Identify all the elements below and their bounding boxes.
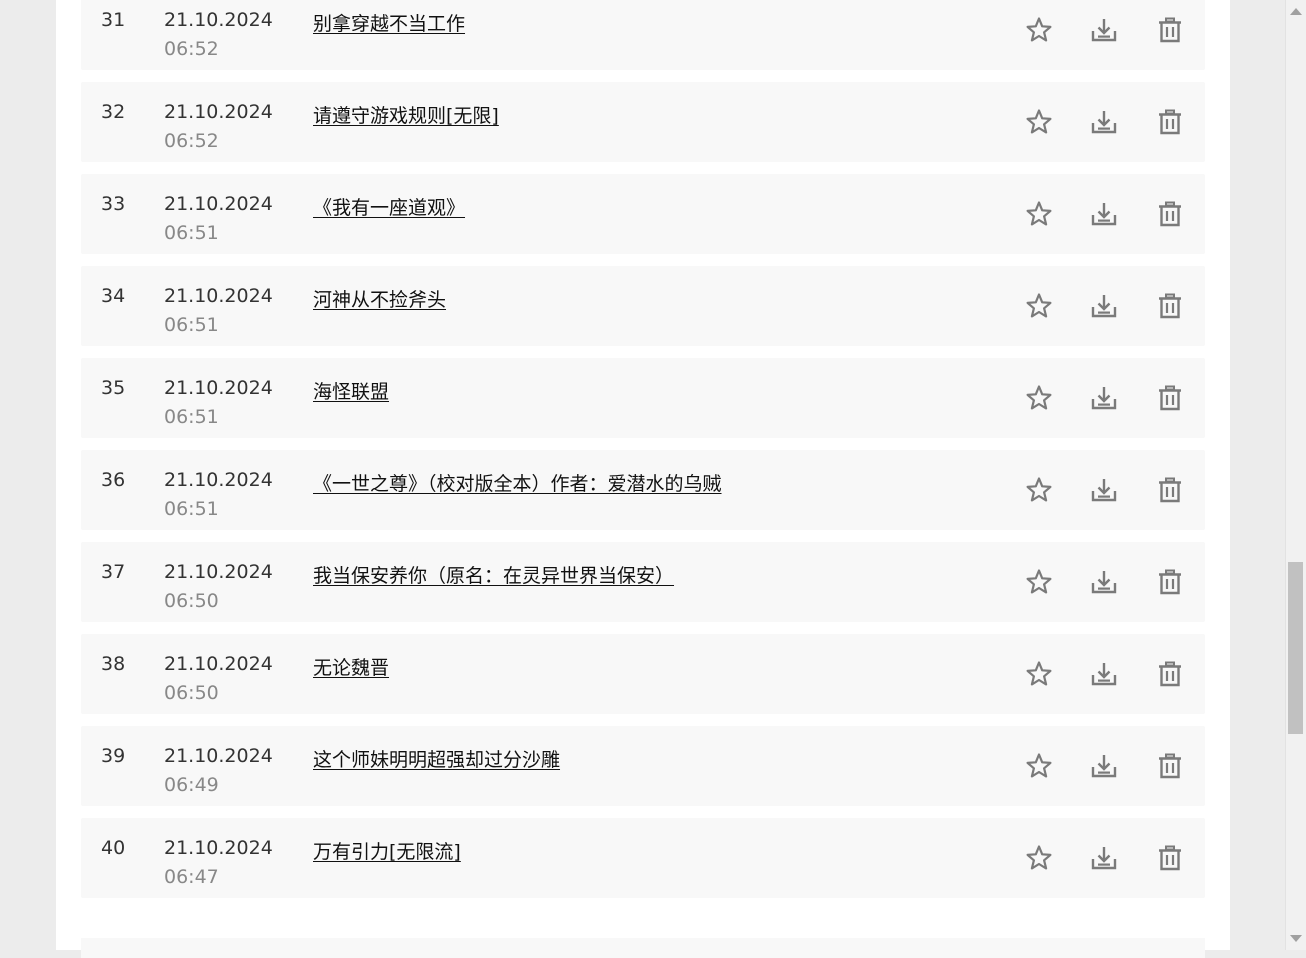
list-item: 35 21.10.2024 06:51 海怪联盟 — [81, 358, 1205, 438]
star-icon[interactable] — [1025, 568, 1053, 596]
row-number: 33 — [101, 193, 126, 215]
download-icon[interactable] — [1090, 108, 1118, 136]
trash-icon[interactable] — [1156, 384, 1184, 412]
main-panel: 31 21.10.2024 06:52 别拿穿越不当工作 32 21.10.20… — [56, 0, 1230, 958]
row-time: 06:47 — [164, 866, 219, 888]
row-time: 06:52 — [164, 130, 219, 152]
trash-icon[interactable] — [1156, 200, 1184, 228]
list-item: 40 21.10.2024 06:47 万有引力[无限流] — [81, 818, 1205, 898]
trash-icon[interactable] — [1156, 16, 1184, 44]
book-title-link[interactable]: 海怪联盟 — [313, 377, 389, 404]
book-title-link[interactable]: 这个师妹明明超强却过分沙雕 — [313, 745, 560, 772]
row-time: 06:51 — [164, 406, 219, 428]
trash-icon[interactable] — [1156, 108, 1184, 136]
star-icon[interactable] — [1025, 16, 1053, 44]
list-item: 34 21.10.2024 06:51 河神从不捡斧头 — [81, 266, 1205, 346]
list-item: 38 21.10.2024 06:50 无论魏晋 — [81, 634, 1205, 714]
star-icon[interactable] — [1025, 752, 1053, 780]
trash-icon[interactable] — [1156, 844, 1184, 872]
row-date: 21.10.2024 — [164, 561, 273, 583]
row-date: 21.10.2024 — [164, 193, 273, 215]
scroll-thumb[interactable] — [1288, 562, 1303, 734]
trash-icon[interactable] — [1156, 292, 1184, 320]
star-icon[interactable] — [1025, 292, 1053, 320]
book-title-link[interactable]: 万有引力[无限流] — [313, 837, 461, 864]
trash-icon[interactable] — [1156, 476, 1184, 504]
row-date: 21.10.2024 — [164, 9, 273, 31]
download-icon[interactable] — [1090, 844, 1118, 872]
download-icon[interactable] — [1090, 16, 1118, 44]
row-time: 06:51 — [164, 314, 219, 336]
row-time: 06:50 — [164, 590, 219, 612]
row-date: 21.10.2024 — [164, 377, 273, 399]
row-number: 38 — [101, 653, 126, 675]
book-title-link[interactable]: 我当保安养你（原名：在灵异世界当保安） — [313, 561, 674, 588]
vertical-scrollbar[interactable] — [1285, 0, 1306, 950]
row-number: 32 — [101, 101, 126, 123]
book-title-link[interactable]: 请遵守游戏规则[无限] — [313, 101, 499, 128]
row-number: 39 — [101, 745, 126, 767]
book-title-link[interactable]: 《我有一座道观》 — [313, 193, 465, 220]
download-icon[interactable] — [1090, 384, 1118, 412]
row-time: 06:49 — [164, 774, 219, 796]
row-number: 40 — [101, 837, 126, 859]
download-icon[interactable] — [1090, 292, 1118, 320]
download-icon[interactable] — [1090, 752, 1118, 780]
scroll-up-arrow-icon[interactable] — [1290, 8, 1302, 15]
download-icon[interactable] — [1090, 200, 1118, 228]
star-icon[interactable] — [1025, 200, 1053, 228]
book-list: 31 21.10.2024 06:52 别拿穿越不当工作 32 21.10.20… — [81, 0, 1205, 910]
next-row-partial — [81, 938, 1205, 958]
trash-icon[interactable] — [1156, 660, 1184, 688]
row-number: 36 — [101, 469, 126, 491]
book-title-link[interactable]: 别拿穿越不当工作 — [313, 9, 465, 36]
star-icon[interactable] — [1025, 108, 1053, 136]
row-date: 21.10.2024 — [164, 745, 273, 767]
row-date: 21.10.2024 — [164, 469, 273, 491]
row-time: 06:52 — [164, 38, 219, 60]
star-icon[interactable] — [1025, 660, 1053, 688]
book-title-link[interactable]: 河神从不捡斧头 — [313, 285, 446, 312]
list-item: 36 21.10.2024 06:51 《一世之尊》（校对版全本）作者：爱潜水的… — [81, 450, 1205, 530]
star-icon[interactable] — [1025, 384, 1053, 412]
row-number: 31 — [101, 9, 126, 31]
trash-icon[interactable] — [1156, 752, 1184, 780]
download-icon[interactable] — [1090, 660, 1118, 688]
list-item: 37 21.10.2024 06:50 我当保安养你（原名：在灵异世界当保安） — [81, 542, 1205, 622]
row-date: 21.10.2024 — [164, 285, 273, 307]
row-date: 21.10.2024 — [164, 653, 273, 675]
star-icon[interactable] — [1025, 476, 1053, 504]
trash-icon[interactable] — [1156, 568, 1184, 596]
scroll-down-arrow-icon[interactable] — [1290, 935, 1302, 942]
list-item: 32 21.10.2024 06:52 请遵守游戏规则[无限] — [81, 82, 1205, 162]
row-time: 06:51 — [164, 222, 219, 244]
row-date: 21.10.2024 — [164, 101, 273, 123]
row-number: 37 — [101, 561, 126, 583]
row-date: 21.10.2024 — [164, 837, 273, 859]
list-item: 39 21.10.2024 06:49 这个师妹明明超强却过分沙雕 — [81, 726, 1205, 806]
row-time: 06:51 — [164, 498, 219, 520]
list-item: 33 21.10.2024 06:51 《我有一座道观》 — [81, 174, 1205, 254]
download-icon[interactable] — [1090, 568, 1118, 596]
row-number: 35 — [101, 377, 126, 399]
book-title-link[interactable]: 《一世之尊》（校对版全本）作者：爱潜水的乌贼 — [313, 469, 722, 496]
row-number: 34 — [101, 285, 126, 307]
list-item: 31 21.10.2024 06:52 别拿穿越不当工作 — [81, 0, 1205, 70]
book-title-link[interactable]: 无论魏晋 — [313, 653, 389, 680]
star-icon[interactable] — [1025, 844, 1053, 872]
download-icon[interactable] — [1090, 476, 1118, 504]
row-time: 06:50 — [164, 682, 219, 704]
